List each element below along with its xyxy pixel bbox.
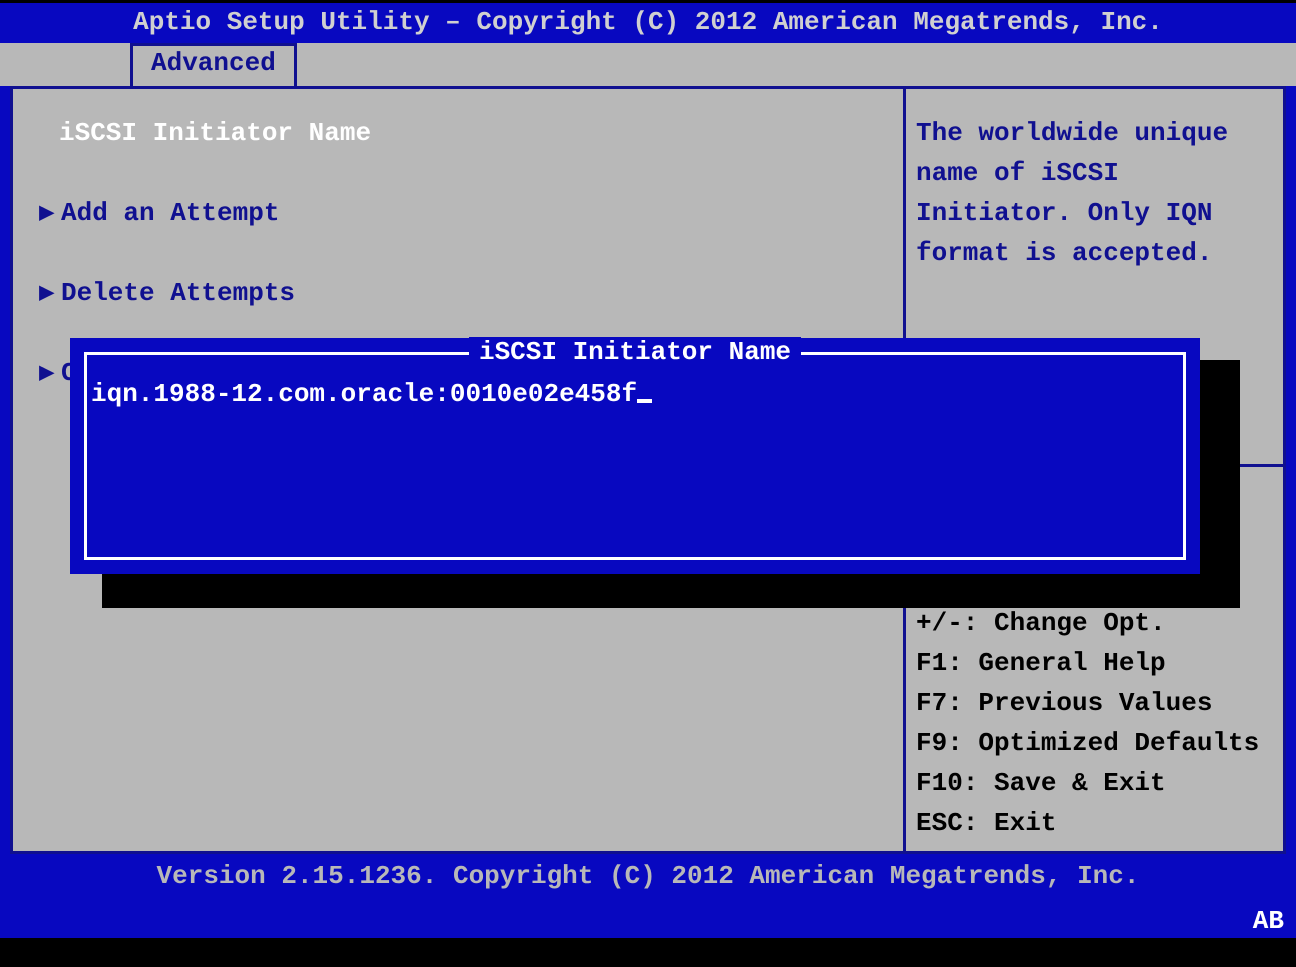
menu-label: Delete Attempts	[61, 278, 295, 308]
key-change-opt: +/-: Change Opt.	[916, 603, 1273, 643]
footer-text: Version 2.15.1236. Copyright (C) 2012 Am…	[157, 861, 1140, 891]
submenu-arrow-icon: ▶	[39, 193, 61, 233]
help-text: The worldwide unique name of iSCSI Initi…	[916, 113, 1273, 273]
menu-label: Add an Attempt	[61, 198, 279, 228]
menu-delete-attempts[interactable]: ▶Delete Attempts	[39, 273, 877, 313]
popup-input-value: iqn.1988-12.com.oracle:0010e02e458f	[91, 379, 637, 409]
footer-bar: Version 2.15.1236. Copyright (C) 2012 Am…	[0, 854, 1296, 938]
tabs-row: Advanced	[0, 43, 1296, 86]
key-save-exit: F10: Save & Exit	[916, 763, 1273, 803]
key-esc-exit: ESC: Exit	[916, 803, 1273, 843]
corner-badge: AB	[1253, 906, 1284, 936]
popup-title: iSCSI Initiator Name	[469, 337, 801, 367]
field-iscsi-initiator-name[interactable]: iSCSI Initiator Name	[59, 113, 877, 153]
submenu-arrow-icon: ▶	[39, 273, 61, 313]
menu-add-attempt[interactable]: ▶Add an Attempt	[39, 193, 877, 233]
title-bar: Aptio Setup Utility – Copyright (C) 2012…	[0, 3, 1296, 39]
popup-frame: iSCSI Initiator Name iqn.1988-12.com.ora…	[84, 352, 1186, 560]
text-cursor-icon	[637, 399, 652, 403]
submenu-arrow-icon: ▶	[39, 353, 61, 393]
input-popup: iSCSI Initiator Name iqn.1988-12.com.ora…	[70, 338, 1200, 574]
key-previous-values: F7: Previous Values	[916, 683, 1273, 723]
key-general-help: F1: General Help	[916, 643, 1273, 683]
spacer	[39, 153, 877, 193]
spacer	[39, 233, 877, 273]
popup-title-wrap: iSCSI Initiator Name	[87, 337, 1183, 367]
tab-advanced[interactable]: Advanced	[130, 43, 297, 86]
key-optimized-defaults: F9: Optimized Defaults	[916, 723, 1273, 763]
